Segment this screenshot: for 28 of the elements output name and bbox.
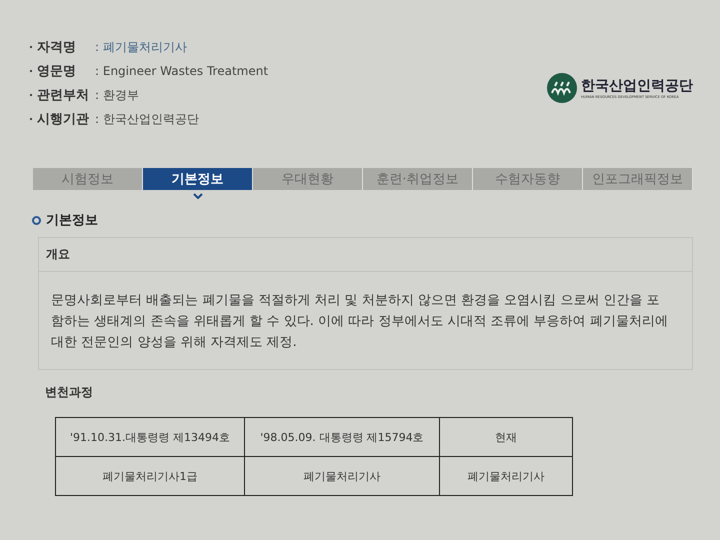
bullet-icon <box>32 216 41 224</box>
field-value: : 환경부 <box>95 86 139 104</box>
tab[interactable]: 인포그래픽정보 <box>583 168 693 190</box>
tab[interactable]: 우대현황 <box>253 168 363 190</box>
overview-heading: 개요 <box>39 237 692 272</box>
table-cell: 폐기물처리기사1급 <box>56 456 244 496</box>
value-link[interactable]: : 폐기물처리기사 <box>95 38 187 56</box>
tab[interactable]: 시험정보 <box>33 168 143 190</box>
field-label: 관련부처 <box>37 87 90 104</box>
field-value: : Engineer Wastes Treatment <box>95 64 268 78</box>
overview-text: 문명사회로부터 배출되는 폐기물을 적절하게 처리 및 처분하지 않으면 환경을 오염시킴 으로써 인간을 포함하는 생태계의 존속을 위태롭게 할 수 있다. 이에 따라 정부에서도 시대적 조류에 부응하여 폐기물처리에 대한 전문인의 양성을 위해 자격제도 제정. <box>50 292 669 352</box>
table-cell: 현재 <box>440 418 572 456</box>
table-cell: 폐기물처리기사 <box>440 456 572 496</box>
field-value: : 한국산업인력공단 <box>95 110 199 128</box>
field-label: 시행기관 <box>37 111 90 128</box>
section-title: 기본정보 <box>46 212 98 229</box>
table-cell: '91.10.31.대통령령 제13494호 <box>56 418 244 456</box>
caret-icon <box>193 193 203 199</box>
tab[interactable]: 수험자동향 <box>473 168 583 190</box>
logo-name: 한국산업인력공단 <box>581 77 693 95</box>
table-cell: 폐기물처리기사 <box>244 456 440 496</box>
history-heading: 변천과정 <box>45 384 94 401</box>
table-cell: '98.05.09. 대통령령 제15794호 <box>244 418 440 456</box>
tab[interactable]: 기본정보 <box>143 168 253 190</box>
field-label: 자격명 <box>37 39 77 56</box>
logo-icon <box>547 73 577 103</box>
tab[interactable]: 훈련·취업정보 <box>363 168 473 190</box>
field-label: 영문명 <box>37 63 77 80</box>
